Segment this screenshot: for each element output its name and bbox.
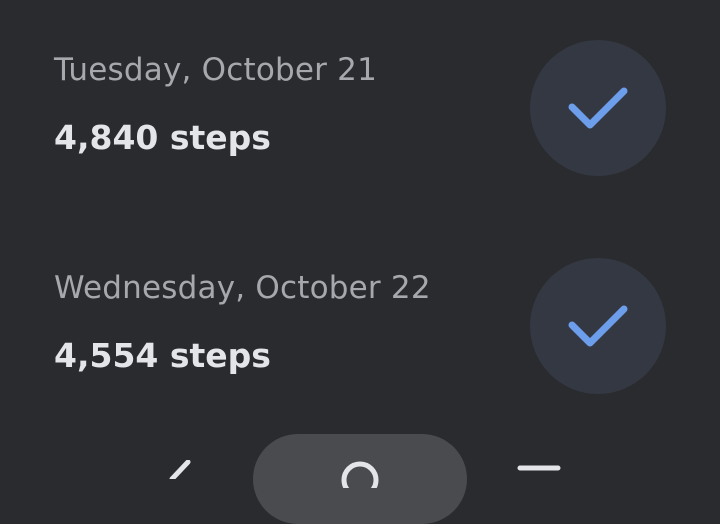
entry-date: Tuesday, October 21 — [54, 52, 377, 88]
completed-toggle-button[interactable] — [530, 40, 666, 176]
nav-home-pill[interactable] — [253, 434, 467, 524]
nav-back-button[interactable] — [158, 459, 198, 482]
system-navigation-bar — [0, 430, 720, 524]
search-icon — [339, 458, 381, 499]
check-icon — [568, 303, 628, 349]
entry-steps: 4,840 steps — [54, 118, 271, 157]
check-icon — [568, 85, 628, 131]
nav-recents-button[interactable] — [516, 462, 562, 479]
entry-steps: 4,554 steps — [54, 336, 271, 375]
recents-icon — [516, 464, 562, 483]
entry-date: Wednesday, October 22 — [54, 270, 431, 306]
back-chevron-icon — [158, 459, 198, 483]
completed-toggle-button[interactable] — [530, 258, 666, 394]
